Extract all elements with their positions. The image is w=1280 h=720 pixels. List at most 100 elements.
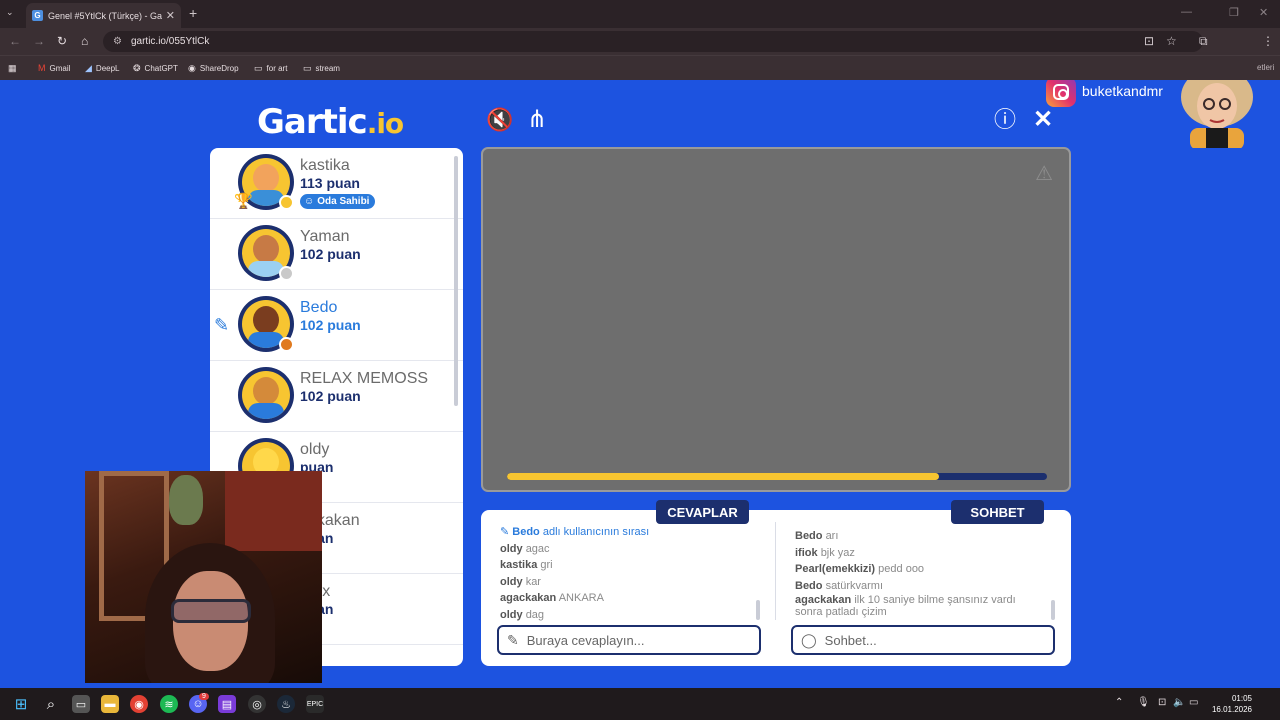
home-icon[interactable]: ⌂ <box>81 34 88 48</box>
instagram-handle: buketkandmr <box>1082 83 1163 99</box>
answers-chat-panel: CEVAPLAR SOHBET ✎ Bedo adlı kullanıcının… <box>481 500 1071 666</box>
tray-overflow-icon[interactable]: ⌃ <box>1115 697 1123 708</box>
mute-sound-icon[interactable]: 🔇 <box>486 109 513 131</box>
bookmark-chatgpt[interactable]: ❂ ChatGPT <box>133 63 178 74</box>
bookmark-sharedrop[interactable]: ◉ ShareDrop <box>188 63 239 74</box>
chat-scrollbar[interactable] <box>1051 600 1055 620</box>
clipchamp-icon[interactable]: ▤ <box>218 695 236 713</box>
pencil-icon: ✎ <box>500 526 513 538</box>
trophy-icon: 🏆 <box>234 193 253 210</box>
bookmark-star-icon[interactable]: ☆ <box>1166 34 1177 48</box>
address-bar[interactable]: ⚙ gartic.io/055YtlCk <box>103 31 1203 52</box>
player-list-scrollbar[interactable] <box>454 156 458 406</box>
answer-line: agackakan ANKARA <box>500 592 604 604</box>
player-points: 113 puan <box>300 175 360 191</box>
url-text: gartic.io/055YtlCk <box>130 36 210 47</box>
minimize-icon[interactable]: — <box>1181 6 1192 18</box>
status-dot <box>279 195 294 210</box>
spotify-icon[interactable]: ≋ <box>160 695 178 713</box>
chat-line: Bedo satürkvarmı <box>795 579 884 592</box>
install-app-icon[interactable]: ⊡ <box>1144 34 1154 48</box>
answer-input[interactable]: ✎ Buraya cevaplayın... <box>497 625 761 655</box>
glasses <box>171 599 251 623</box>
system-clock[interactable]: 01:05 16.01.2026 <box>1205 693 1252 715</box>
status-dot <box>279 337 294 352</box>
task-view-icon[interactable]: ▭ <box>72 695 90 713</box>
new-tab-icon[interactable]: + <box>189 5 197 21</box>
logo-suffix-text: .io <box>366 107 404 140</box>
battery-icon[interactable]: ▭ <box>1189 697 1198 708</box>
chat-line: Bedo arı <box>795 530 839 542</box>
answer-input-placeholder: Buraya cevaplayın... <box>526 632 645 648</box>
drawing-canvas[interactable]: ⚠ <box>481 147 1071 492</box>
reload-icon[interactable]: ↻ <box>57 34 67 48</box>
answer-line: oldy dag <box>500 608 545 621</box>
bookmark-deepl[interactable]: ◢ DeepL <box>85 63 120 74</box>
back-icon[interactable]: ← <box>9 34 21 48</box>
bookmark-gmail[interactable]: M Gmail <box>38 63 70 73</box>
player-row[interactable]: RELAX MEMOSS 102 puan <box>210 361 463 432</box>
tab-answers[interactable]: CEVAPLAR <box>656 500 749 524</box>
browser-tab[interactable]: G Genel #5YtlCk (Türkçe) - Gartic.io ✕ <box>26 3 181 28</box>
answer-line: kastika gri <box>500 559 553 571</box>
all-bookmarks-label[interactable]: etleri <box>1257 63 1274 72</box>
gartic-favicon-icon: G <box>32 10 43 21</box>
player-name: Yaman <box>300 228 350 245</box>
windows-taskbar: ⊞ ⌕ ▭ ▬ ◉ ≋ ☺ 9 ▤ ◎ ♨ EPIC ⌃ 🎙 ⊡ 🔈 ▭ 01:… <box>0 688 1280 720</box>
folder-icon: ▭ <box>254 63 263 73</box>
bookmark-stream[interactable]: ▭ stream <box>303 63 340 74</box>
browser-toolbar: ← → ↻ ⌂ ⚙ gartic.io/055YtlCk ⊡ ☆ ⧉ ⋮ <box>0 28 1280 55</box>
site-info-icon[interactable]: ⚙ <box>113 36 122 47</box>
player-name: oldy <box>300 441 330 458</box>
player-row[interactable]: 🏆 kastika 113 puan ☺ Oda Sahibi <box>210 148 463 219</box>
extensions-icon[interactable]: ⧉ <box>1199 34 1208 49</box>
chat-bubble-icon: ◯ <box>801 631 817 648</box>
windows-start-icon[interactable]: ⊞ <box>12 695 30 713</box>
tab-chat[interactable]: SOHBET <box>951 500 1044 524</box>
chrome-icon[interactable]: ◉ <box>130 695 148 713</box>
round-timer-bar <box>507 473 1047 480</box>
volume-icon[interactable]: 🔈 <box>1173 697 1185 708</box>
webcam-overlay <box>85 471 322 683</box>
chat-log: Bedo arı ifiok bjk yaz Pearl(emekkizi) p… <box>795 528 1045 618</box>
browser-tab-strip: ⌄ G Genel #5YtlCk (Türkçe) - Gartic.io ✕… <box>0 0 1280 28</box>
microphone-icon[interactable]: 🎙 <box>1137 697 1150 708</box>
network-icon[interactable]: ⊡ <box>1158 697 1166 708</box>
close-window-icon[interactable]: ✕ <box>1259 6 1268 19</box>
steam-icon[interactable]: ♨ <box>277 695 295 713</box>
tab-search-icon[interactable]: ⌄ <box>6 7 14 18</box>
share-icon[interactable]: ⋔ <box>527 108 547 132</box>
avatar <box>238 296 294 352</box>
status-dot <box>279 266 294 281</box>
chat-line: Pearl(emekkizi) pedd ooo <box>795 563 925 575</box>
avatar <box>238 367 294 423</box>
menu-kebab-icon[interactable]: ⋮ <box>1262 34 1274 48</box>
chat-line: ifiok bjk yaz <box>795 546 855 559</box>
restore-icon[interactable]: ❐ <box>1229 6 1239 19</box>
search-icon[interactable]: ⌕ <box>42 695 60 713</box>
room-owner-badge: ☺ Oda Sahibi <box>300 194 376 209</box>
exit-room-icon[interactable]: ✕ <box>1033 108 1053 132</box>
logo-main-text: Gartic <box>257 102 368 142</box>
answers-scrollbar[interactable] <box>756 600 760 620</box>
player-row-drawing[interactable]: ✎ Bedo 102 puan <box>210 290 463 361</box>
chat-input[interactable]: ◯ Sohbet... <box>791 625 1055 655</box>
player-row[interactable]: Yaman 102 puan <box>210 219 463 290</box>
streamer-avatar-drawing <box>1181 80 1253 148</box>
answer-line: oldy kar <box>500 575 541 588</box>
report-warning-icon[interactable]: ⚠ <box>1035 161 1053 186</box>
apps-grid-icon[interactable]: ▦ <box>8 63 17 74</box>
tab-title: Genel #5YtlCk (Türkçe) - Gartic.io <box>48 10 162 21</box>
close-tab-icon[interactable]: ✕ <box>166 9 175 22</box>
bookmark-for-art[interactable]: ▭ for art <box>254 63 287 74</box>
epic-games-icon[interactable]: EPIC <box>306 695 324 713</box>
round-timer-fill <box>507 473 939 480</box>
clock-time: 01:05 <box>1231 694 1252 703</box>
chatgpt-icon: ❂ <box>133 63 141 73</box>
forward-icon[interactable]: → <box>33 34 45 48</box>
file-explorer-icon[interactable]: ▬ <box>101 695 119 713</box>
obs-icon[interactable]: ◎ <box>248 695 266 713</box>
chat-line: agackakan ilk 10 saniye bilme şansınız v… <box>795 594 1016 618</box>
info-icon[interactable]: ⓘ <box>994 109 1016 131</box>
gmail-icon: M <box>38 63 46 73</box>
